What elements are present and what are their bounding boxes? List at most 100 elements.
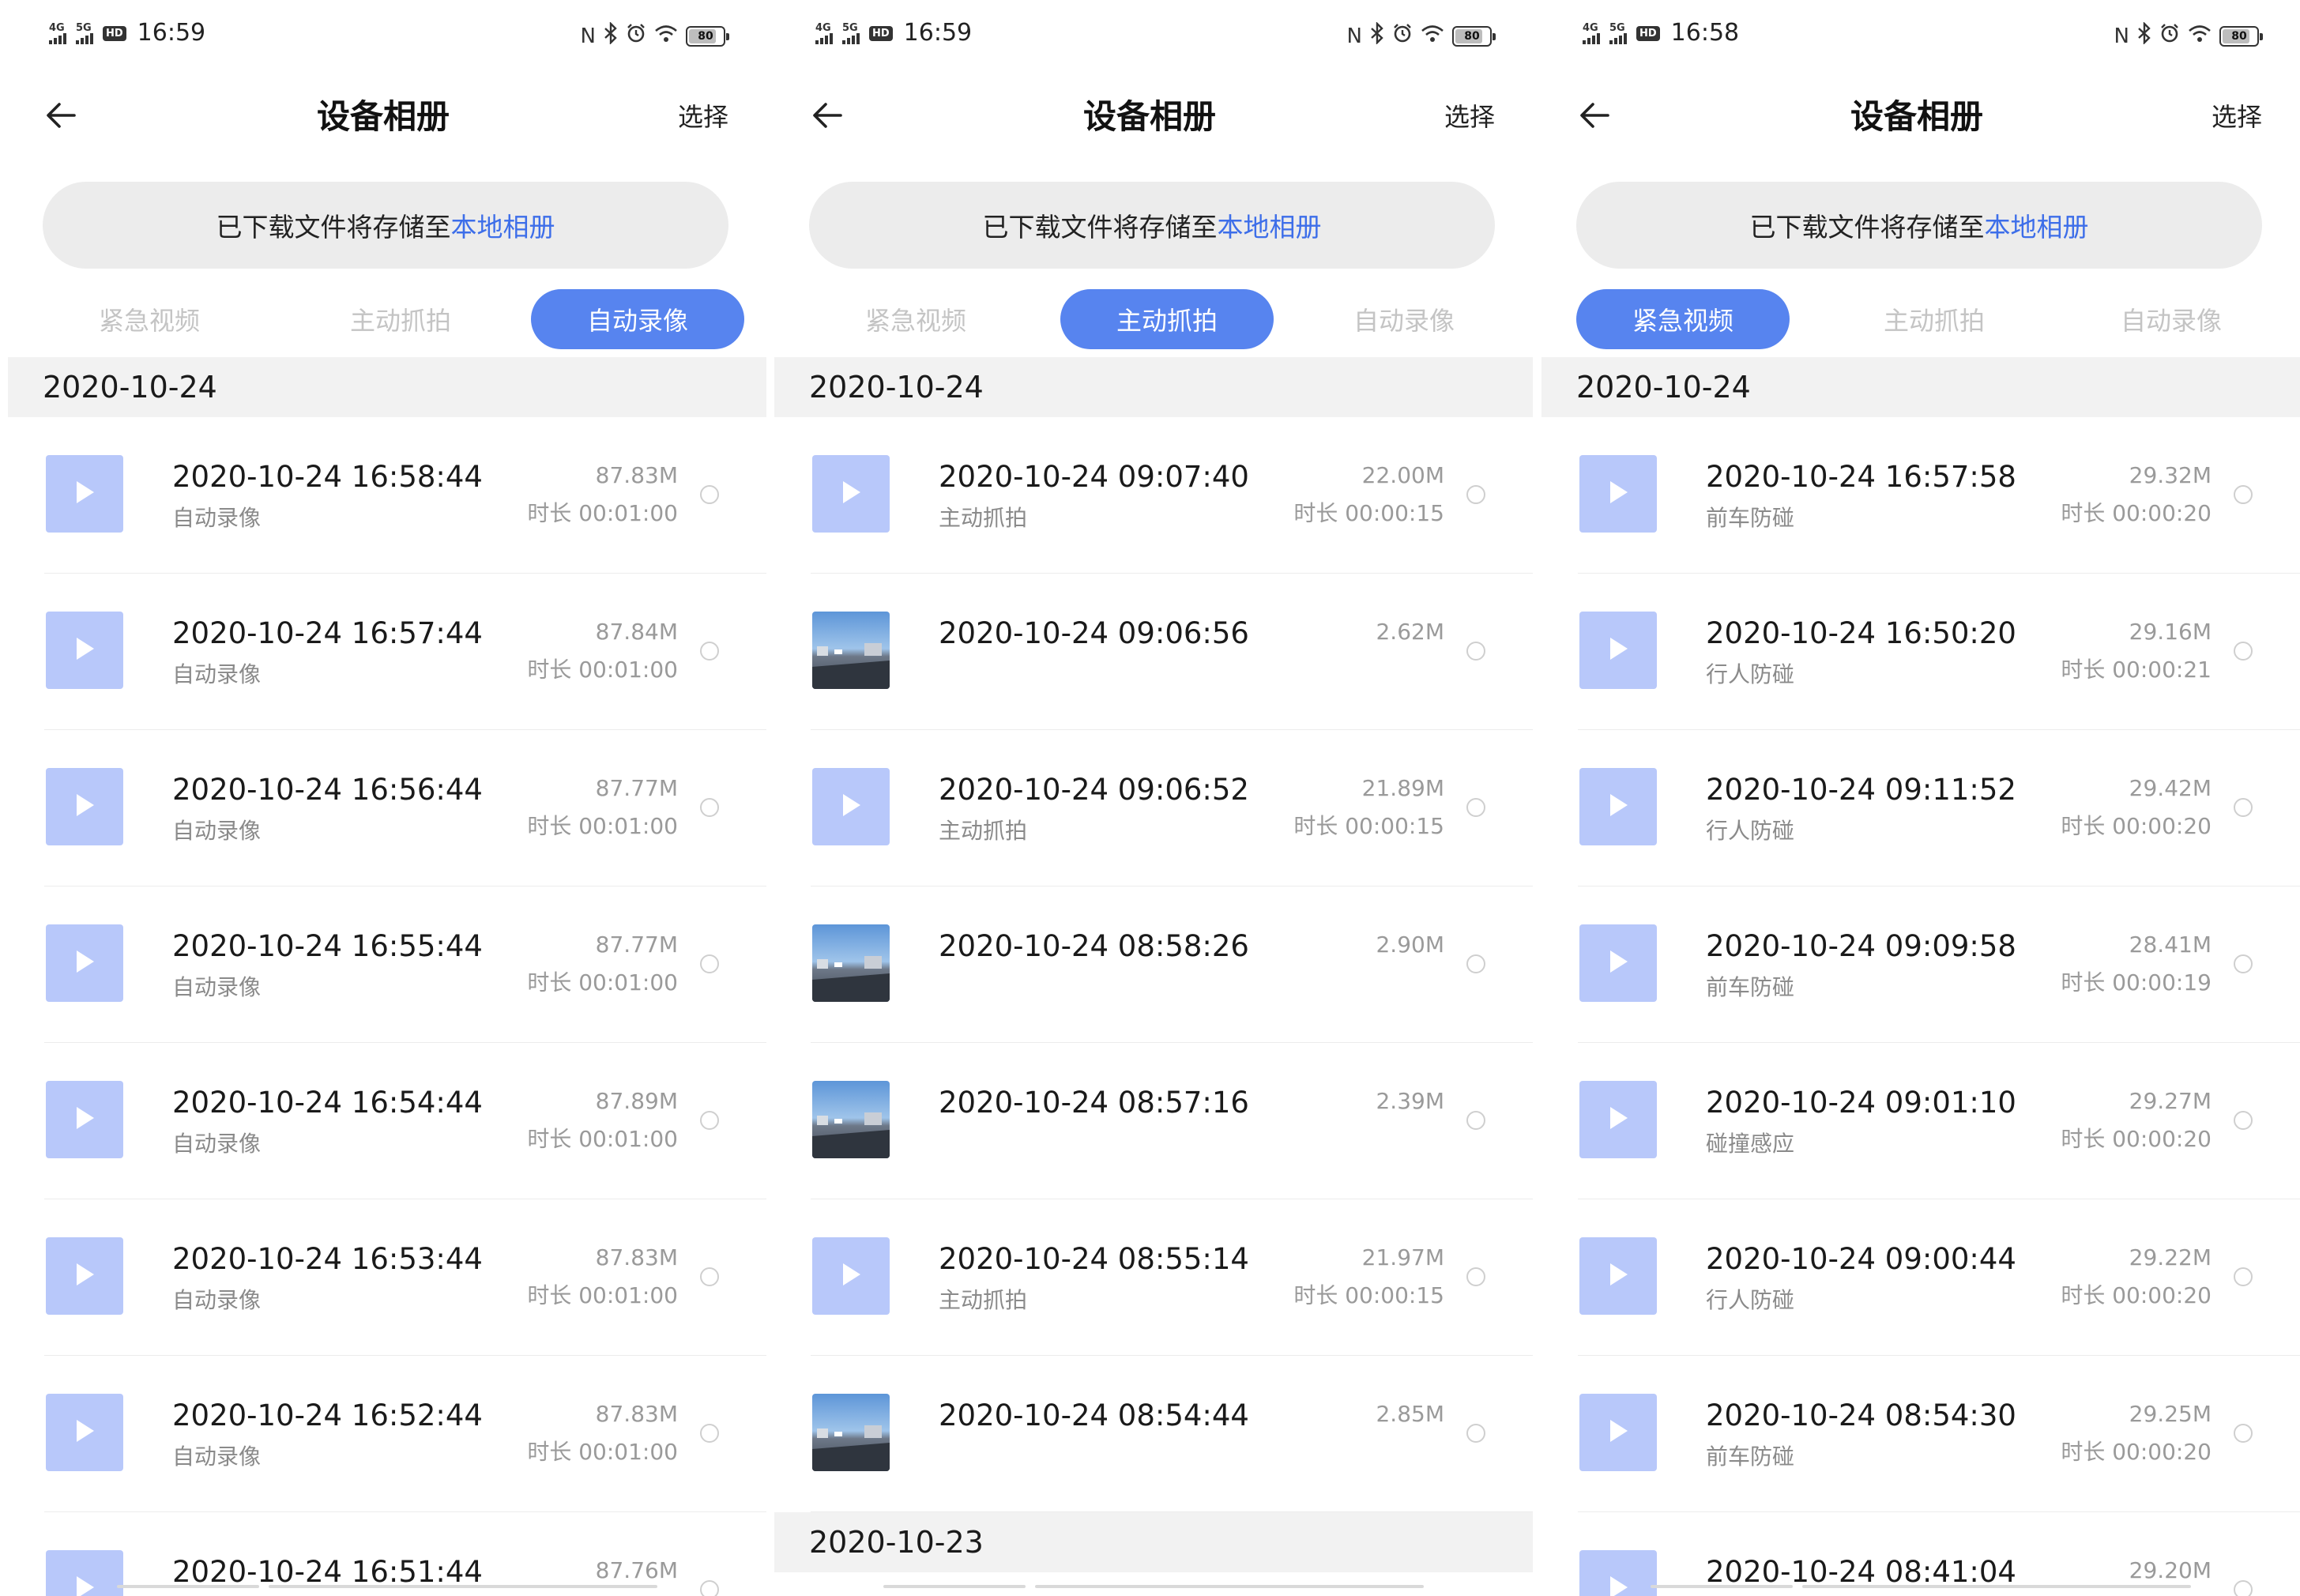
- file-row[interactable]: 2020-10-24 09:07:40 主动抓拍 22.00M 时长 00:00:15: [774, 417, 1533, 574]
- photo-thumbnail[interactable]: [812, 612, 890, 689]
- back-button[interactable]: [1576, 97, 1616, 137]
- file-row[interactable]: 2020-10-24 16:57:44 自动录像 87.84M 时长 00:01:00: [8, 574, 766, 730]
- video-thumbnail[interactable]: [812, 455, 890, 533]
- select-radio[interactable]: [2234, 642, 2253, 661]
- video-thumbnail[interactable]: [46, 768, 123, 845]
- video-thumbnail[interactable]: [1579, 1081, 1657, 1158]
- select-radio[interactable]: [700, 485, 719, 504]
- file-row[interactable]: 2020-10-24 16:51:44 87.76M: [8, 1512, 766, 1596]
- select-radio[interactable]: [1466, 642, 1485, 661]
- tab-auto-record[interactable]: 自动录像: [1297, 289, 1511, 349]
- local-album-link[interactable]: 本地相册: [1985, 206, 2089, 244]
- file-duration: 时长 00:01:00: [527, 657, 678, 683]
- video-thumbnail[interactable]: [46, 924, 123, 1002]
- video-thumbnail[interactable]: [1579, 1394, 1657, 1471]
- play-icon: [73, 1105, 96, 1135]
- file-row[interactable]: 2020-10-24 08:57:16 2.39M: [774, 1043, 1533, 1199]
- file-row[interactable]: 2020-10-24 09:00:44 行人防碰 29.22M 时长 00:00:20: [1541, 1199, 2300, 1356]
- video-thumbnail[interactable]: [1579, 455, 1657, 533]
- file-row[interactable]: 2020-10-24 09:06:56 2.62M: [774, 574, 1533, 730]
- photo-thumbnail[interactable]: [812, 924, 890, 1002]
- file-row[interactable]: 2020-10-24 16:52:44 自动录像 87.83M 时长 00:01:00: [8, 1356, 766, 1512]
- select-radio[interactable]: [700, 642, 719, 661]
- alarm-icon: [2159, 23, 2180, 49]
- video-thumbnail[interactable]: [46, 1394, 123, 1471]
- file-type: 主动抓拍: [939, 818, 1028, 844]
- tab-auto-record[interactable]: 自动录像: [2065, 289, 2278, 349]
- video-thumbnail[interactable]: [1579, 768, 1657, 845]
- select-radio[interactable]: [1466, 1424, 1485, 1443]
- tab-emergency-video[interactable]: 紧急视频: [1576, 289, 1790, 349]
- video-thumbnail[interactable]: [46, 1550, 123, 1596]
- tab-active-capture[interactable]: 主动抓拍: [1828, 289, 2041, 349]
- select-radio[interactable]: [1466, 954, 1485, 973]
- file-timestamp: 2020-10-24 16:57:44: [172, 616, 483, 650]
- video-thumbnail[interactable]: [1579, 1550, 1657, 1596]
- select-button[interactable]: 选择: [2212, 99, 2262, 135]
- select-radio[interactable]: [700, 954, 719, 973]
- back-button[interactable]: [43, 97, 82, 137]
- file-row[interactable]: 2020-10-24 16:56:44 自动录像 87.77M 时长 00:01:00: [8, 730, 766, 886]
- file-row[interactable]: 2020-10-24 16:57:58 前车防碰 29.32M 时长 00:00:20: [1541, 417, 2300, 574]
- select-radio[interactable]: [2234, 1267, 2253, 1286]
- file-size: 21.89M: [1361, 775, 1444, 801]
- select-radio[interactable]: [2234, 1424, 2253, 1443]
- select-radio[interactable]: [700, 798, 719, 817]
- back-arrow-icon: [1576, 103, 1613, 137]
- select-radio[interactable]: [1466, 1111, 1485, 1130]
- file-row[interactable]: 2020-10-24 16:58:44 自动录像 87.83M 时长 00:01:00: [8, 417, 766, 574]
- category-tabs: 紧急视频 主动抓拍 自动录像: [43, 289, 744, 351]
- video-thumbnail[interactable]: [46, 612, 123, 689]
- file-row[interactable]: 2020-10-24 09:11:52 行人防碰 29.42M 时长 00:00:20: [1541, 730, 2300, 886]
- select-radio[interactable]: [700, 1424, 719, 1443]
- file-row[interactable]: 2020-10-24 08:41:04 29.20M: [1541, 1512, 2300, 1596]
- file-row[interactable]: 2020-10-24 08:55:14 主动抓拍 21.97M 时长 00:00:15: [774, 1199, 1533, 1356]
- file-row[interactable]: 2020-10-24 09:09:58 前车防碰 28.41M 时长 00:00:19: [1541, 886, 2300, 1043]
- video-thumbnail[interactable]: [1579, 1237, 1657, 1315]
- select-button[interactable]: 选择: [678, 99, 728, 135]
- file-row[interactable]: 2020-10-24 08:54:44 2.85M: [774, 1356, 1533, 1512]
- select-radio[interactable]: [1466, 798, 1485, 817]
- photo-thumbnail[interactable]: [812, 1081, 890, 1158]
- video-thumbnail[interactable]: [46, 1237, 123, 1315]
- select-radio[interactable]: [2234, 798, 2253, 817]
- select-radio[interactable]: [2234, 1580, 2253, 1596]
- select-radio[interactable]: [2234, 954, 2253, 973]
- select-radio[interactable]: [700, 1111, 719, 1130]
- play-icon: [839, 1261, 863, 1291]
- select-radio[interactable]: [700, 1267, 719, 1286]
- file-row[interactable]: 2020-10-24 16:53:44 自动录像 87.83M 时长 00:01:00: [8, 1199, 766, 1356]
- file-size: 2.90M: [1376, 932, 1444, 958]
- video-thumbnail[interactable]: [1579, 924, 1657, 1002]
- tab-emergency-video[interactable]: 紧急视频: [43, 289, 256, 349]
- tab-active-capture[interactable]: 主动抓拍: [294, 289, 507, 349]
- back-button[interactable]: [809, 97, 849, 137]
- file-type: 主动抓拍: [939, 505, 1028, 531]
- select-radio[interactable]: [2234, 485, 2253, 504]
- select-radio[interactable]: [700, 1580, 719, 1596]
- select-radio[interactable]: [2234, 1111, 2253, 1130]
- file-row[interactable]: 2020-10-24 09:06:52 主动抓拍 21.89M 时长 00:00:15: [774, 730, 1533, 886]
- video-thumbnail[interactable]: [812, 1237, 890, 1315]
- video-thumbnail[interactable]: [812, 768, 890, 845]
- tab-auto-record[interactable]: 自动录像: [531, 289, 744, 349]
- file-row[interactable]: 2020-10-24 08:54:30 前车防碰 29.25M 时长 00:00:20: [1541, 1356, 2300, 1512]
- select-radio[interactable]: [1466, 485, 1485, 504]
- file-timestamp: 2020-10-24 16:53:44: [172, 1242, 483, 1276]
- video-thumbnail[interactable]: [46, 455, 123, 533]
- tab-active-capture[interactable]: 主动抓拍: [1060, 289, 1274, 349]
- file-row[interactable]: 2020-10-24 08:58:26 2.90M: [774, 886, 1533, 1043]
- signal-icon: 5G: [842, 23, 860, 44]
- local-album-link[interactable]: 本地相册: [1218, 206, 1322, 244]
- video-thumbnail[interactable]: [46, 1081, 123, 1158]
- file-row[interactable]: 2020-10-24 16:50:20 行人防碰 29.16M 时长 00:00:21: [1541, 574, 2300, 730]
- local-album-link[interactable]: 本地相册: [451, 206, 555, 244]
- select-button[interactable]: 选择: [1444, 99, 1495, 135]
- tab-emergency-video[interactable]: 紧急视频: [809, 289, 1022, 349]
- file-row[interactable]: 2020-10-24 09:01:10 碰撞感应 29.27M 时长 00:00:20: [1541, 1043, 2300, 1199]
- photo-thumbnail[interactable]: [812, 1394, 890, 1471]
- file-row[interactable]: 2020-10-24 16:55:44 自动录像 87.77M 时长 00:01:00: [8, 886, 766, 1043]
- select-radio[interactable]: [1466, 1267, 1485, 1286]
- video-thumbnail[interactable]: [1579, 612, 1657, 689]
- file-row[interactable]: 2020-10-24 16:54:44 自动录像 87.89M 时长 00:01:00: [8, 1043, 766, 1199]
